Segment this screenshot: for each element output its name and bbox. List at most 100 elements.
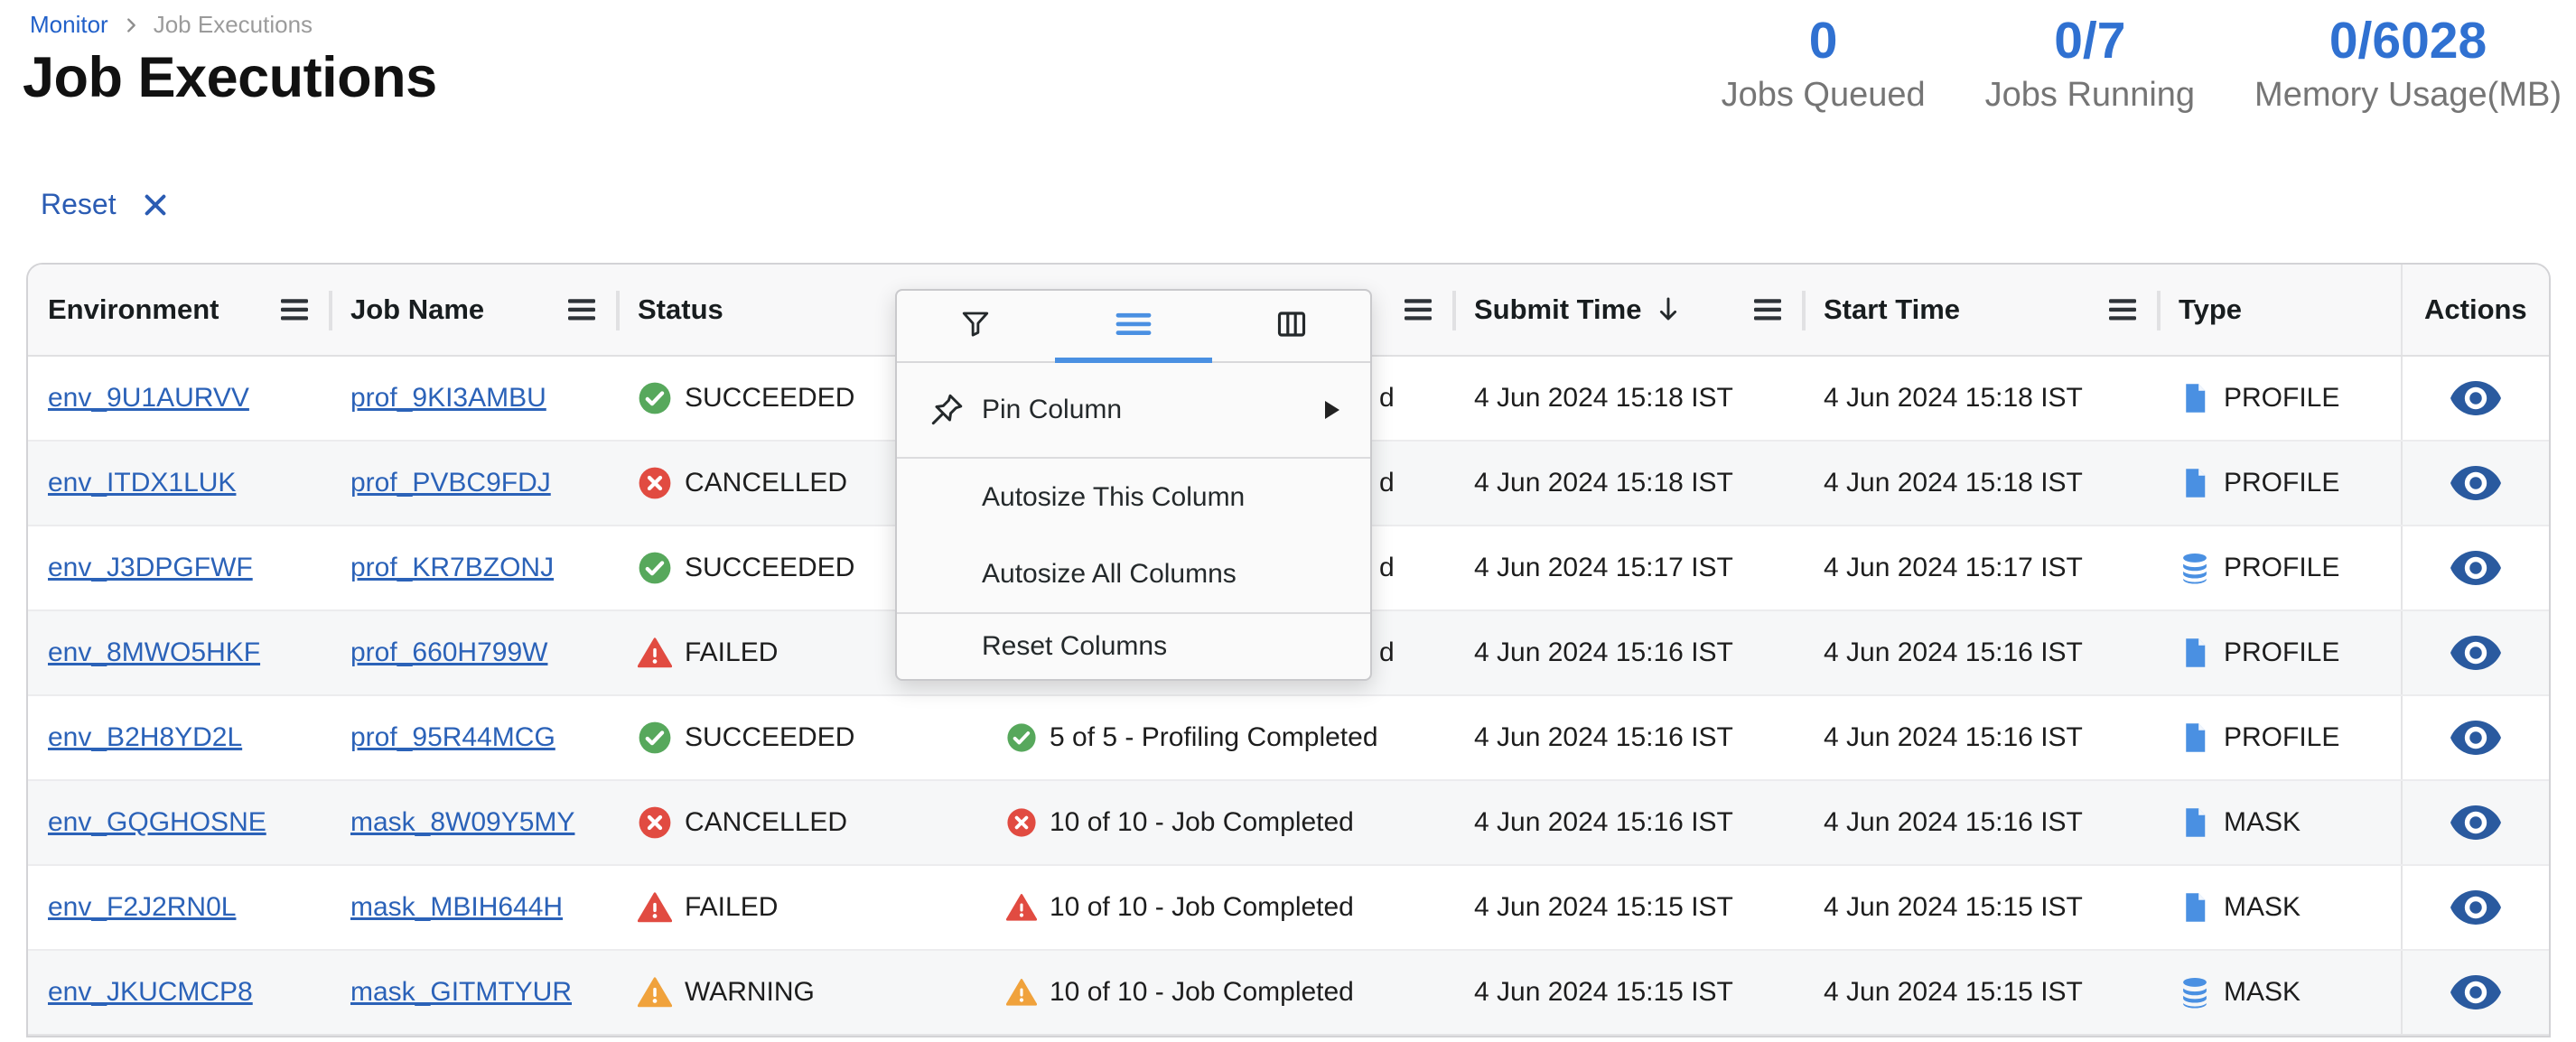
breadcrumb-current: Job Executions (154, 11, 313, 39)
environment-link[interactable]: env_GQGHOSNE (48, 807, 266, 838)
view-details-button[interactable] (2445, 715, 2506, 760)
type-cell: PROFILE (2159, 526, 2401, 609)
stat-label: Jobs Running (1985, 76, 2195, 115)
view-details-button[interactable] (2445, 970, 2506, 1015)
type-cell: MASK (2159, 866, 2401, 949)
environment-link[interactable]: env_JKUCMCP8 (48, 977, 253, 1008)
status-label: WARNING (685, 977, 815, 1008)
view-details-button[interactable] (2445, 461, 2506, 506)
environment-cell: env_9U1AURVV (28, 357, 331, 440)
submit-time-cell: 4 Jun 2024 15:15 IST (1454, 866, 1804, 949)
column-menu-icon[interactable] (2106, 296, 2139, 323)
menu-item-label: Autosize All Columns (982, 559, 1237, 590)
tab-filter[interactable] (897, 291, 1055, 361)
type-cell: PROFILE (2159, 442, 2401, 525)
table-row: env_B2H8YD2L prof_95R44MCG SUCCEEDED 5 o… (28, 696, 2549, 781)
actions-cell (2401, 611, 2549, 694)
file-icon (2179, 637, 2211, 669)
column-menu-icon[interactable] (278, 296, 311, 323)
environment-link[interactable]: env_ITDX1LUK (48, 468, 236, 498)
menu-item-pin-column[interactable]: Pin Column (897, 363, 1370, 457)
type-cell: PROFILE (2159, 696, 2401, 779)
view-details-button[interactable] (2445, 800, 2506, 845)
stat-value: 0 (1809, 14, 1838, 69)
environment-link[interactable]: env_J3DPGFWF (48, 553, 253, 583)
stat-label: Memory Usage(MB) (2254, 76, 2562, 115)
check-circle-icon (638, 721, 672, 755)
environment-link[interactable]: env_8MWO5HKF (48, 637, 260, 668)
status-label: FAILED (685, 637, 778, 668)
breadcrumb-monitor-link[interactable]: Monitor (30, 11, 108, 39)
status-cell: WARNING (618, 951, 986, 1034)
start-time-cell: 4 Jun 2024 15:18 IST (1804, 442, 2159, 525)
progress-label: 10 of 10 - Job Completed (1050, 977, 1354, 1008)
job-name-link[interactable]: prof_9KI3AMBU (350, 383, 546, 414)
type-label: PROFILE (2224, 468, 2339, 498)
status-label: CANCELLED (685, 468, 847, 498)
progress-cell: 10 of 10 - Job Completed (986, 866, 1454, 949)
column-header-submit-time[interactable]: Submit Time (1454, 265, 1804, 355)
column-menu-icon[interactable] (1751, 296, 1784, 323)
file-icon (2179, 721, 2211, 754)
job-name-link[interactable]: prof_660H799W (350, 637, 547, 668)
view-details-button[interactable] (2445, 630, 2506, 675)
view-details-button[interactable] (2445, 885, 2506, 930)
job-name-link[interactable]: mask_MBIH644H (350, 892, 563, 923)
column-header-job-name[interactable]: Job Name (331, 265, 618, 355)
job-name-link[interactable]: prof_95R44MCG (350, 722, 555, 753)
tab-general-menu[interactable] (1055, 291, 1213, 361)
submit-time-cell: 4 Jun 2024 15:17 IST (1454, 526, 1804, 609)
column-menu-icon[interactable] (1402, 296, 1434, 323)
type-cell: PROFILE (2159, 611, 2401, 694)
submenu-arrow-icon (1325, 401, 1339, 419)
job-name-link[interactable]: mask_8W09Y5MY (350, 807, 574, 838)
chevron-right-icon (121, 15, 141, 35)
close-x-icon[interactable] (142, 191, 169, 219)
menu-item-label: Autosize This Column (982, 482, 1245, 513)
file-icon (2179, 891, 2211, 924)
breadcrumb: Monitor Job Executions (30, 11, 313, 39)
menu-item-reset-columns[interactable]: Reset Columns (897, 614, 1370, 679)
type-label: PROFILE (2224, 553, 2339, 583)
file-icon (2179, 467, 2211, 499)
cancel-circle-icon (1006, 807, 1037, 838)
actions-cell (2401, 951, 2549, 1034)
menu-item-autosize-all-columns[interactable]: Autosize All Columns (897, 535, 1370, 612)
job-name-cell: mask_8W09Y5MY (331, 781, 618, 864)
column-label: Status (638, 293, 723, 326)
status-label: SUCCEEDED (685, 383, 854, 414)
progress-cell: 5 of 5 - Profiling Completed (986, 696, 1454, 779)
column-menu-tabs (897, 291, 1370, 363)
stat-label: Jobs Queued (1722, 76, 1926, 115)
column-header-start-time[interactable]: Start Time (1804, 265, 2159, 355)
job-name-link[interactable]: prof_PVBC9FDJ (350, 468, 551, 498)
menu-item-label: Reset Columns (982, 631, 1167, 662)
progress-cell: 10 of 10 - Job Completed (986, 781, 1454, 864)
environment-link[interactable]: env_B2H8YD2L (48, 722, 242, 753)
view-details-button[interactable] (2445, 545, 2506, 591)
menu-item-autosize-this-column[interactable]: Autosize This Column (897, 459, 1370, 535)
progress-label: d (1379, 553, 1395, 583)
error-triangle-icon (638, 636, 672, 670)
environment-link[interactable]: env_F2J2RN0L (48, 892, 236, 923)
job-name-link[interactable]: mask_GITMTYUR (350, 977, 572, 1008)
progress-label: d (1379, 637, 1395, 668)
view-details-button[interactable] (2445, 376, 2506, 421)
job-name-cell: mask_MBIH644H (331, 866, 618, 949)
tab-columns[interactable] (1212, 291, 1370, 361)
column-header-environment[interactable]: Environment (28, 265, 331, 355)
progress-label: d (1379, 383, 1395, 414)
job-name-cell: prof_KR7BZONJ (331, 526, 618, 609)
columns-icon (1275, 308, 1308, 345)
type-label: MASK (2224, 977, 2301, 1008)
column-menu-icon[interactable] (565, 296, 598, 323)
column-header-type[interactable]: Type (2159, 265, 2401, 355)
environment-link[interactable]: env_9U1AURVV (48, 383, 249, 414)
stats-panel: 0 Jobs Queued 0/7 Jobs Running 0/6028 Me… (1722, 14, 2562, 115)
column-label: Start Time (1824, 293, 1960, 326)
filter-reset-bar: Reset (41, 188, 169, 221)
cancel-circle-icon (638, 466, 672, 500)
job-name-link[interactable]: prof_KR7BZONJ (350, 553, 554, 583)
stat-jobs-running: 0/7 Jobs Running (1985, 14, 2195, 115)
reset-filters-button[interactable]: Reset (41, 188, 117, 221)
